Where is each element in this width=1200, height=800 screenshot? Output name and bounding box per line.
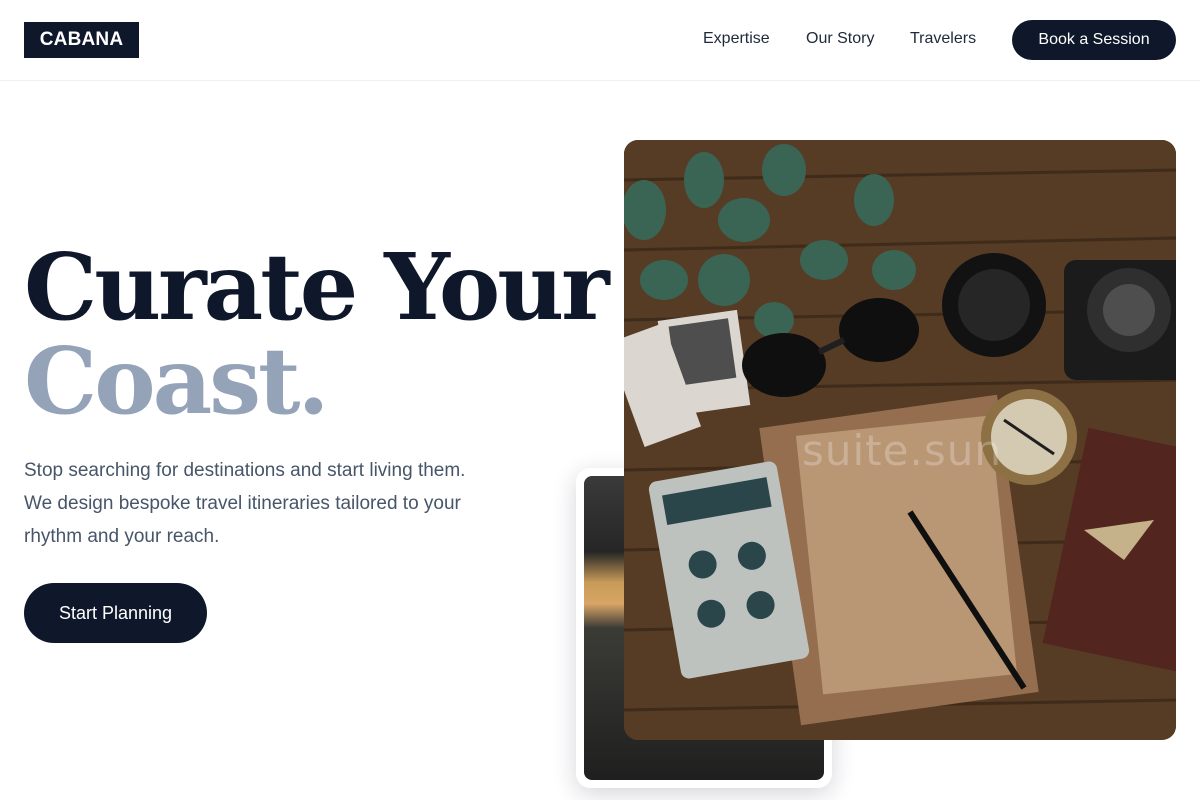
- nav-our-story[interactable]: Our Story: [806, 30, 874, 48]
- logo[interactable]: CABANA: [24, 22, 139, 58]
- nav-expertise[interactable]: Expertise: [703, 30, 770, 48]
- headline-line-2: Coast.: [24, 327, 330, 435]
- site-header: CABANA Expertise Our Story Travelers Boo…: [0, 0, 1200, 81]
- hero-headline: Curate Your Coast.: [24, 233, 610, 435]
- hero-subtext: Stop searching for destinations and star…: [24, 460, 466, 547]
- book-session-button[interactable]: Book a Session: [1012, 20, 1176, 60]
- headline-line-1: Curate Your: [24, 233, 610, 341]
- start-planning-button[interactable]: Start Planning: [24, 583, 207, 643]
- travel-flatlay-photo: suite.sun: [624, 140, 1176, 740]
- photo-watermark: suite.sun: [802, 426, 1002, 475]
- nav-travelers[interactable]: Travelers: [910, 30, 976, 48]
